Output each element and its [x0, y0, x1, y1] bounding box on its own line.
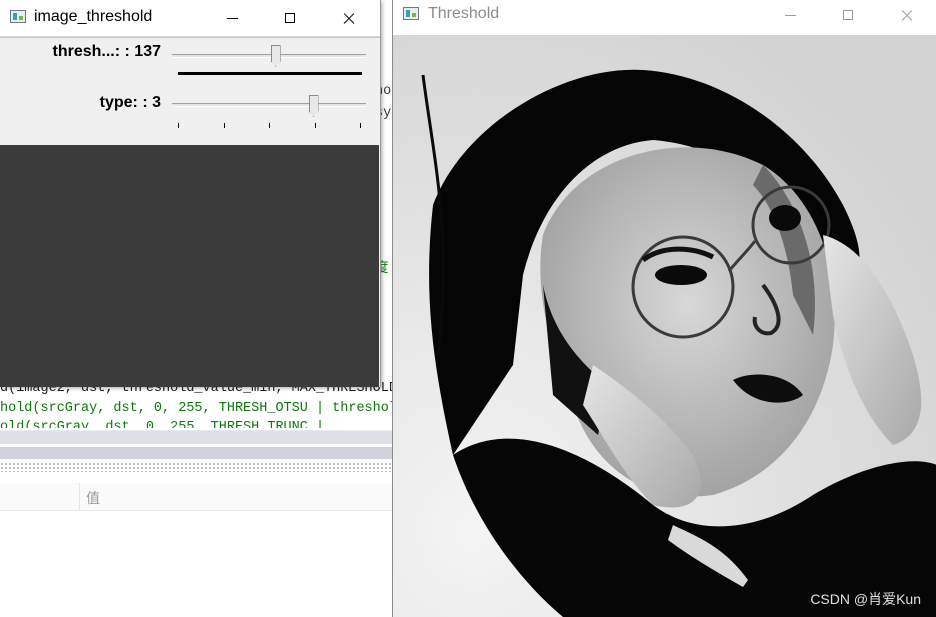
close-button[interactable] — [884, 0, 930, 33]
trackbar-tick — [223, 123, 225, 128]
close-button[interactable] — [326, 0, 372, 36]
eye-right — [769, 205, 801, 231]
maximize-button[interactable] — [825, 0, 871, 33]
panel-splitter[interactable] — [0, 447, 392, 459]
eye-left — [655, 265, 707, 285]
trackbar-type-track[interactable] — [172, 103, 366, 107]
column-header-value[interactable]: 值 — [86, 488, 100, 508]
trackbar-tick — [178, 123, 179, 128]
trackbar-tick — [269, 123, 270, 128]
title-bar[interactable]: Threshold — [393, 0, 936, 36]
trackbar-thresh-thumb[interactable] — [270, 45, 281, 67]
watch-grid-header: 值 — [0, 483, 392, 511]
app-icon — [403, 7, 419, 20]
minimize-button[interactable] — [767, 0, 813, 33]
trackbar-thresh-track[interactable] — [172, 54, 366, 58]
column-divider[interactable] — [79, 483, 80, 510]
trackbar-tick — [360, 123, 361, 128]
app-icon — [10, 10, 26, 23]
maximize-icon — [285, 13, 295, 23]
trackbar-label-thresh: thresh...: : 137 — [52, 43, 161, 60]
window-title: image_threshold — [34, 8, 153, 25]
minimize-button[interactable] — [209, 0, 255, 36]
title-bar[interactable]: image_threshold — [0, 0, 380, 37]
close-icon — [900, 8, 914, 22]
panel-grip[interactable] — [0, 462, 392, 472]
trackbar-tick — [314, 123, 316, 128]
editor-horizontal-scrollbar[interactable] — [0, 430, 392, 444]
threshold-window: Threshold CSDN @肖爱Kun — [392, 0, 936, 617]
code-line[interactable]: old(srcGray, dst, 0, 255, THRESH_TRUNC | — [0, 420, 324, 428]
minimize-icon — [784, 14, 796, 16]
close-icon — [342, 11, 356, 25]
trackbar-label-type: type: : 3 — [99, 94, 161, 111]
image-threshold-window: image_threshold thresh...: : 137 type: :… — [0, 0, 381, 387]
trackbar-type-thumb[interactable] — [308, 95, 319, 117]
minimize-icon — [226, 17, 238, 19]
code-line[interactable]: hold(srcGray, dst, 0, 255, THRESH_OTSU |… — [0, 401, 392, 417]
threshold-image — [393, 35, 936, 617]
trackbar-focus-indicator — [178, 72, 362, 75]
window-title: Threshold — [428, 5, 500, 22]
maximize-button[interactable] — [267, 0, 313, 36]
watermark: CSDN @肖爱Kun — [810, 591, 921, 607]
title-separator — [0, 37, 380, 38]
image-display-area — [0, 145, 379, 387]
maximize-icon — [843, 10, 853, 20]
